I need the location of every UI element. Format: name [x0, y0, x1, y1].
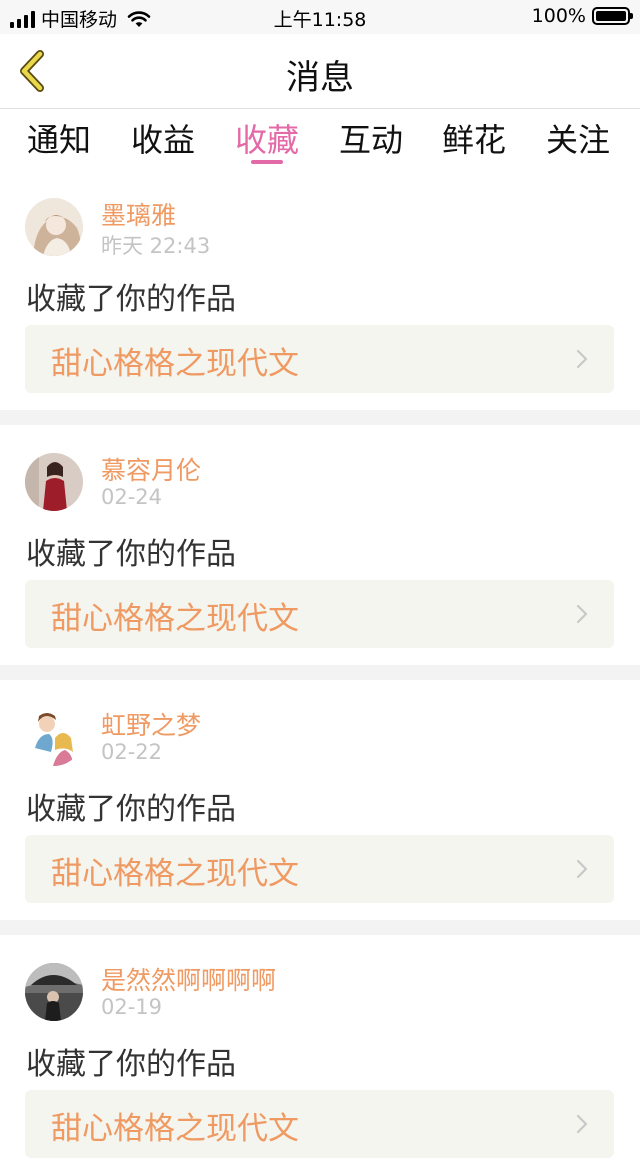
avatar[interactable] [25, 453, 83, 511]
avatar-image [25, 963, 83, 1021]
avatar[interactable] [25, 198, 83, 256]
work-title: 甜心格格之现代文 [51, 1111, 299, 1147]
work-title: 甜心格格之现代文 [51, 346, 299, 382]
tab-notifications[interactable]: 通知 [14, 115, 104, 161]
tab-bar: 通知 收益 收藏 互动 鲜花 关注 [0, 109, 640, 169]
battery-icon [592, 7, 633, 25]
battery-percent: 100% [531, 5, 586, 27]
message-item: 是然然啊啊啊啊 02-19 收藏了你的作品 甜心格格之现代文 [0, 935, 640, 1175]
status-bar: 中国移动 上午11:58 100% [0, 0, 640, 34]
timestamp: 02-24 [101, 485, 163, 509]
timestamp: 02-19 [101, 995, 163, 1019]
tab-interactions[interactable]: 互动 [326, 115, 416, 161]
timestamp: 昨天 22:43 [101, 234, 211, 258]
message-text: 收藏了你的作品 [26, 282, 236, 317]
divider [0, 410, 640, 425]
message-item: 慕容月伦 02-24 收藏了你的作品 甜心格格之现代文 [0, 425, 640, 665]
work-link[interactable]: 甜心格格之现代文 [25, 835, 614, 903]
work-link[interactable]: 甜心格格之现代文 [25, 325, 614, 393]
avatar-image [25, 453, 83, 511]
message-item: 墨璃雅 昨天 22:43 收藏了你的作品 甜心格格之现代文 [0, 170, 640, 410]
message-text: 收藏了你的作品 [26, 792, 236, 827]
tab-flowers[interactable]: 鲜花 [429, 115, 519, 161]
divider [0, 920, 640, 935]
work-link[interactable]: 甜心格格之现代文 [25, 580, 614, 648]
work-link[interactable]: 甜心格格之现代文 [25, 1090, 614, 1158]
tab-earnings[interactable]: 收益 [118, 115, 208, 161]
work-title: 甜心格格之现代文 [51, 601, 299, 637]
chevron-right-icon [576, 604, 588, 624]
avatar[interactable] [25, 708, 83, 766]
message-text: 收藏了你的作品 [26, 537, 236, 572]
avatar-image [25, 198, 83, 256]
user-name[interactable]: 慕容月伦 [101, 451, 201, 487]
message-list: 墨璃雅 昨天 22:43 收藏了你的作品 甜心格格之现代文 慕容月伦 02-24… [0, 170, 640, 1175]
timestamp: 02-22 [101, 740, 163, 764]
user-name[interactable]: 墨璃雅 [101, 196, 176, 232]
tab-following[interactable]: 关注 [533, 115, 623, 161]
work-title: 甜心格格之现代文 [51, 856, 299, 892]
chevron-right-icon [576, 1114, 588, 1134]
divider [0, 665, 640, 680]
chevron-right-icon [576, 859, 588, 879]
nav-bar: 消息 [0, 34, 640, 109]
avatar[interactable] [25, 963, 83, 1021]
message-item: 虹野之梦 02-22 收藏了你的作品 甜心格格之现代文 [0, 680, 640, 920]
tab-favorites[interactable]: 收藏 [222, 115, 312, 161]
user-name[interactable]: 虹野之梦 [101, 706, 201, 742]
message-text: 收藏了你的作品 [26, 1047, 236, 1082]
page-title: 消息 [286, 58, 354, 98]
user-name[interactable]: 是然然啊啊啊啊 [101, 961, 276, 997]
status-right: 100% [531, 5, 633, 27]
chevron-right-icon [576, 349, 588, 369]
avatar-image [25, 708, 83, 766]
active-tab-indicator [251, 160, 283, 164]
